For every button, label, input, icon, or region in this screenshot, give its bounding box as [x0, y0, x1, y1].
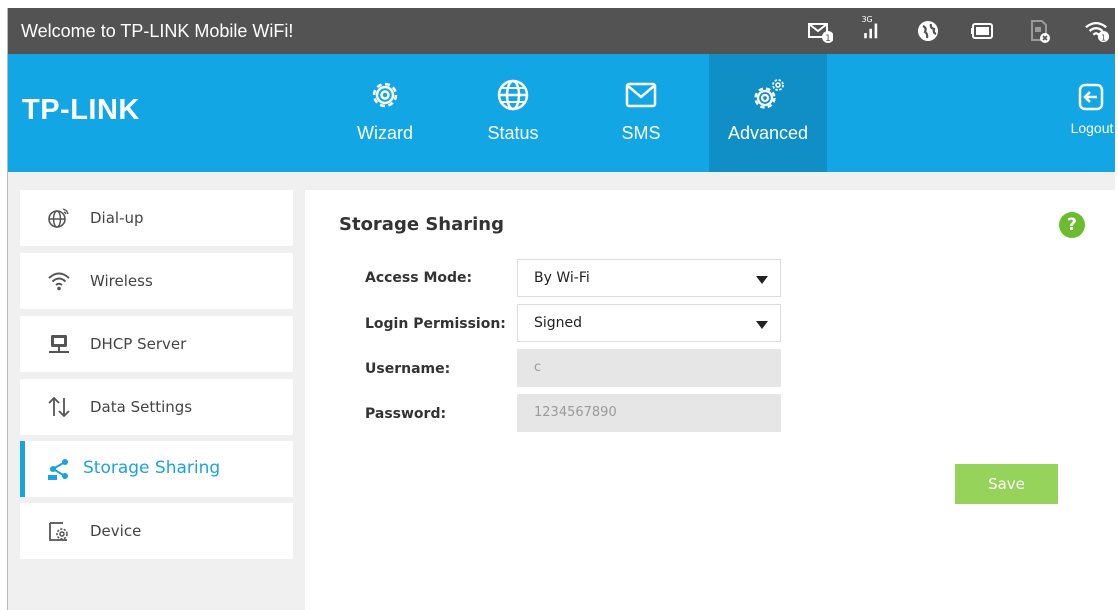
login-permission-value: Signed	[534, 315, 583, 331]
tp-link-logo: TP-LINK	[22, 94, 140, 126]
sidebar-item-label: Device	[90, 522, 142, 540]
gear-icon	[367, 77, 403, 113]
sidebar-item-wireless[interactable]: Wireless	[20, 253, 293, 309]
battery-icon	[970, 18, 996, 44]
sidebar-item-storage-sharing[interactable]: Storage Sharing	[20, 441, 293, 497]
main-panel: Storage Sharing ? Access Mode: By Wi-Fi …	[305, 190, 1115, 610]
sidebar-item-label: Dial-up	[90, 209, 144, 227]
share-icon	[47, 457, 71, 481]
wifi-icon	[47, 269, 71, 293]
page-title: Storage Sharing	[339, 214, 504, 235]
top-header: TP-LINK Wizard Status SMS Advanced Logou…	[8, 54, 1115, 172]
username-field[interactable]: c	[517, 349, 781, 387]
dialup-globe-icon	[47, 206, 71, 230]
nav-wizard[interactable]: Wizard	[326, 54, 444, 172]
access-mode-select[interactable]: By Wi-Fi	[517, 259, 781, 297]
chevron-down-icon	[756, 321, 768, 329]
app-frame: Welcome to TP-LINK Mobile WiFi! 1 3G 1 T…	[7, 8, 1115, 610]
device-settings-icon	[47, 519, 71, 543]
nav-status[interactable]: Status	[454, 54, 572, 172]
sidebar-item-dhcp-server[interactable]: DHCP Server	[20, 316, 293, 372]
chevron-down-icon	[756, 276, 768, 284]
sms-count: 1	[825, 34, 831, 44]
password-value: 1234567890	[534, 405, 617, 420]
sidebar-item-label: Storage Sharing	[83, 458, 221, 478]
username-label: Username:	[365, 361, 451, 377]
gears-icon	[750, 77, 786, 113]
nav-sms-label: SMS	[621, 123, 661, 143]
nav-advanced-label: Advanced	[727, 123, 809, 143]
network-type: 3G	[862, 15, 873, 24]
logout-button[interactable]: Logout	[1066, 82, 1115, 142]
nav-wizard-label: Wizard	[356, 123, 413, 143]
login-permission-select[interactable]: Signed	[517, 304, 781, 342]
wifi-clients-icon: 1	[1084, 18, 1110, 44]
sidebar-item-label: Data Settings	[90, 398, 193, 416]
status-bar: Welcome to TP-LINK Mobile WiFi! 1 3G 1	[8, 8, 1115, 54]
access-mode-label: Access Mode:	[365, 270, 473, 286]
login-permission-label: Login Permission:	[365, 316, 506, 332]
nav-sms[interactable]: SMS	[582, 54, 700, 172]
globe-icon	[495, 77, 531, 113]
sidebar-item-label: DHCP Server	[90, 335, 187, 353]
username-value: c	[534, 360, 542, 375]
sidebar-item-dial-up[interactable]: Dial-up	[20, 190, 293, 246]
sim-card-icon	[1027, 18, 1053, 44]
server-icon	[47, 332, 71, 356]
internet-globe-icon	[915, 18, 941, 44]
access-mode-value: By Wi-Fi	[534, 270, 590, 286]
wifi-client-count: 1	[1101, 32, 1106, 42]
envelope-icon	[623, 77, 659, 113]
nav-status-label: Status	[487, 123, 539, 143]
welcome-text: Welcome to TP-LINK Mobile WiFi!	[21, 21, 294, 41]
nav-advanced[interactable]: Advanced	[709, 54, 827, 172]
signal-3g-icon: 3G	[859, 14, 885, 40]
password-field[interactable]: 1234567890	[517, 394, 781, 432]
save-button[interactable]: Save	[955, 464, 1058, 504]
logout-label: Logout	[1070, 120, 1114, 136]
up-down-arrows-icon	[47, 395, 71, 419]
password-label: Password:	[365, 406, 447, 422]
help-icon[interactable]: ?	[1059, 212, 1085, 238]
sidebar-item-data-settings[interactable]: Data Settings	[20, 379, 293, 435]
sidebar-item-label: Wireless	[90, 272, 153, 290]
sms-unread-icon[interactable]: 1	[807, 18, 834, 44]
logout-icon	[1077, 82, 1105, 112]
sidebar-item-device[interactable]: Device	[20, 503, 293, 559]
